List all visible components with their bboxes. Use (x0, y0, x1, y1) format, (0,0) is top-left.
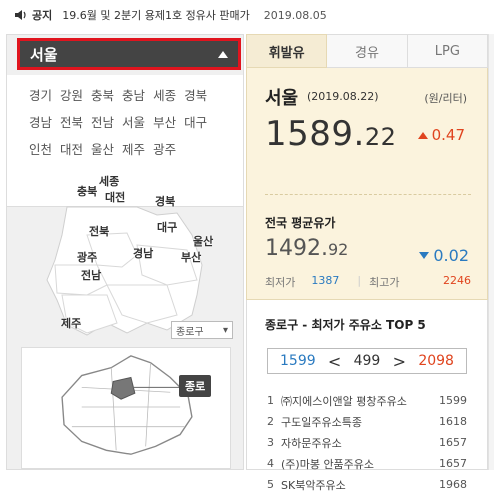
national-title: 전국 평균유가 (265, 216, 336, 230)
map-label-jeonbuk[interactable]: 전북 (89, 223, 109, 239)
tab-lpg[interactable]: LPG (407, 34, 488, 68)
map-label-chungbuk[interactable]: 충북 (77, 183, 97, 199)
chevron-down-icon: ▾ (222, 324, 228, 336)
city-name: 서울 (265, 88, 299, 109)
arrow-up-icon (417, 131, 428, 139)
national-minmax: 최저가 1387 | 최고가 2246 (265, 274, 471, 289)
station-row[interactable]: 5 SK북악주유소 1968 (267, 474, 467, 495)
map-label-jeju[interactable]: 제주 (61, 315, 81, 331)
tab-diesel[interactable]: 경유 (327, 34, 408, 68)
map-label-gwangju[interactable]: 광주 (77, 249, 97, 265)
district-select[interactable]: 종로구 ▾ (171, 321, 233, 339)
map-label-busan[interactable]: 부산 (181, 249, 201, 265)
national-price: 1492.92 (265, 236, 349, 261)
price-area: 휘발유 경유 LPG 서울 (2019.08.22) (원/리터) 1589.2… (246, 34, 488, 492)
region-option[interactable]: 제주 (122, 139, 145, 158)
tab-gasoline[interactable]: 휘발유 (246, 34, 328, 68)
region-list: 경기 강원 충북 충남 세종 경북 경남 전북 전남 서울 부산 대구 인천 대… (7, 75, 243, 207)
seoul-map[interactable] (21, 347, 231, 469)
national-min: 1387 (311, 274, 340, 287)
region-option[interactable]: 전북 (60, 112, 83, 131)
region-option[interactable]: 경남 (29, 112, 52, 131)
map-label-daegu[interactable]: 대구 (157, 219, 177, 235)
pager-low: 1599 (280, 353, 316, 369)
pager-next-icon[interactable]: > (393, 352, 406, 371)
map-label-jeonnam[interactable]: 전남 (81, 267, 101, 283)
seoul-callout: 종로 (179, 375, 212, 397)
top5-title: 종로구 - 최저가 주유소 TOP 5 (265, 318, 426, 332)
city-date: (2019.08.22) (307, 90, 379, 103)
notice-tag: 공지 (32, 9, 53, 22)
region-option[interactable]: 대전 (60, 139, 83, 158)
map-label-sejong[interactable]: 세종 (99, 173, 119, 189)
region-selected: 서울 (30, 45, 58, 64)
map-label-ulsan[interactable]: 울산 (193, 233, 213, 249)
region-option[interactable]: 경기 (29, 85, 52, 104)
region-option[interactable]: 세종 (153, 85, 176, 104)
region-option[interactable]: 부산 (153, 112, 176, 131)
arrow-down-icon (419, 252, 430, 259)
price-pager: 1599 < 499 > 2098 (267, 348, 467, 374)
region-option[interactable]: 충남 (122, 85, 145, 104)
fuel-tabs: 휘발유 경유 LPG (246, 34, 488, 68)
top5-panel: 종로구 - 최저가 주유소 TOP 5 1599 < 499 > 2098 1 … (246, 300, 488, 492)
map-label-gyeongnam[interactable]: 경남 (133, 245, 153, 261)
notice-message[interactable]: 19.6월 및 2분기 용제1호 정유사 판매가 (62, 7, 250, 23)
city-price: 1589.22 (265, 114, 397, 154)
station-row[interactable]: 4 (주)마봉 안품주유소 1657 (267, 453, 467, 474)
station-row[interactable]: 3 자하문주유소 1657 (267, 432, 467, 453)
region-option[interactable]: 경북 (184, 85, 207, 104)
region-option[interactable]: 서울 (122, 112, 145, 131)
price-unit: (원/리터) (424, 92, 467, 105)
region-select[interactable]: 서울 (17, 38, 241, 70)
region-option[interactable]: 울산 (91, 139, 114, 158)
pager-mid: 499 (353, 353, 381, 369)
region-row: 경남 전북 전남 서울 부산 대구 (29, 112, 243, 131)
region-row: 경기 강원 충북 충남 세종 경북 (29, 85, 243, 104)
notice-bar[interactable]: 공지 19.6월 및 2분기 용제1호 정유사 판매가 2019.08.05 (0, 0, 494, 30)
station-row[interactable]: 1 ㈜지에스이앤알 평창주유소 1599 (267, 390, 467, 411)
station-list: 1 ㈜지에스이앤알 평창주유소 1599 2 구도일주유소특종 1618 3 자… (267, 390, 467, 495)
region-option[interactable]: 강원 (60, 85, 83, 104)
region-panel: 서울 경기 강원 충북 충남 세종 경북 경남 전북 전남 서울 부산 대구 인… (6, 34, 244, 470)
scrollbar[interactable] (488, 34, 494, 470)
region-option[interactable]: 대구 (184, 112, 207, 131)
pager-high: 2098 (418, 353, 454, 369)
map-label-daejeon[interactable]: 대전 (105, 189, 125, 205)
region-option[interactable]: 전남 (91, 112, 114, 131)
pager-prev-icon[interactable]: < (328, 352, 341, 371)
city-price-change: 0.47 (417, 126, 465, 144)
region-option[interactable]: 인천 (29, 139, 52, 158)
national-price-change: 0.02 (419, 246, 469, 265)
region-option[interactable]: 광주 (153, 139, 176, 158)
region-option[interactable]: 충북 (91, 85, 114, 104)
speaker-icon (14, 9, 28, 21)
district-selected: 종로구 (176, 326, 204, 338)
triangle-up-icon (218, 50, 228, 58)
notice-date: 2019.08.05 (263, 8, 327, 22)
station-row[interactable]: 2 구도일주유소특종 1618 (267, 411, 467, 432)
price-panel: 서울 (2019.08.22) (원/리터) 1589.22 0.47 전국 평… (246, 68, 488, 300)
national-max: 2246 (443, 274, 471, 287)
divider (265, 194, 471, 195)
region-row: 인천 대전 울산 제주 광주 (29, 139, 243, 158)
map-label-gyeongbuk[interactable]: 경북 (155, 193, 175, 209)
